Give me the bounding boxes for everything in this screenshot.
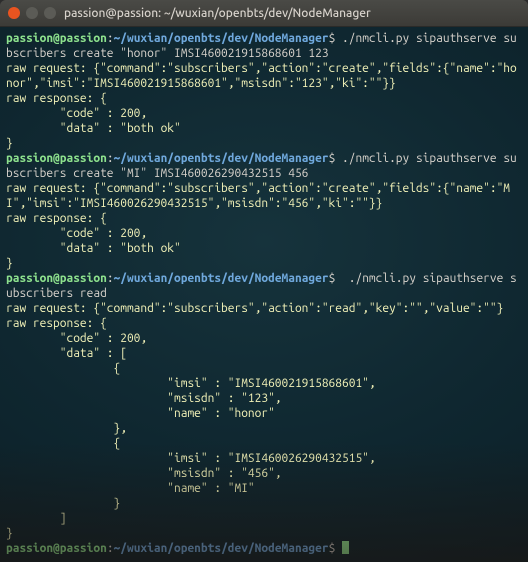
- window-title: passion@passion: ~/wuxian/openbts/dev/No…: [64, 7, 371, 20]
- obj2-msisdn: "msisdn" : "456",: [6, 467, 282, 480]
- resp3-data-open: "data" : [: [6, 347, 127, 360]
- raw-response-open-3: raw response: {: [6, 317, 107, 330]
- prompt-user: passion@passion: [6, 542, 107, 555]
- resp1-code: "code" : 200,: [6, 107, 147, 120]
- maximize-icon[interactable]: [44, 7, 56, 19]
- resp2-close: }: [6, 257, 13, 270]
- obj1-msisdn: "msisdn" : "123",: [6, 392, 282, 405]
- prompt-user: passion@passion: [6, 32, 107, 45]
- resp2-code: "code" : 200,: [6, 227, 147, 240]
- close-icon[interactable]: [8, 7, 20, 19]
- resp3-close: }: [6, 527, 13, 540]
- raw-request-2: raw request: {"command":"subscribers","a…: [6, 182, 510, 210]
- titlebar[interactable]: passion@passion: ~/wuxian/openbts/dev/No…: [0, 0, 528, 27]
- prompt-path: ~/wuxian/openbts/dev/NodeManager: [114, 272, 329, 285]
- prompt-user: passion@passion: [6, 152, 107, 165]
- raw-request-3: raw request: {"command":"subscribers","a…: [6, 302, 503, 315]
- obj1-open: {: [6, 362, 120, 375]
- obj1-close: },: [6, 422, 127, 435]
- resp3-code: "code" : 200,: [6, 332, 147, 345]
- prompt-path: ~/wuxian/openbts/dev/NodeManager: [114, 542, 329, 555]
- minimize-icon[interactable]: [26, 7, 38, 19]
- raw-request-1: raw request: {"command":"subscribers","a…: [6, 62, 517, 90]
- terminal-window: passion@passion: ~/wuxian/openbts/dev/No…: [0, 0, 528, 562]
- arr-close: ]: [6, 512, 67, 525]
- obj2-close: }: [6, 497, 120, 510]
- raw-response-open-2: raw response: {: [6, 212, 107, 225]
- raw-response-open-1: raw response: {: [6, 92, 107, 105]
- obj1-imsi: "imsi" : "IMSI460021915868601",: [6, 377, 376, 390]
- obj2-open: {: [6, 437, 120, 450]
- cursor-icon: [342, 541, 349, 554]
- resp2-data: "data" : "both ok": [6, 242, 181, 255]
- prompt-user: passion@passion: [6, 272, 107, 285]
- obj2-name: "name" : "MI": [6, 482, 255, 495]
- prompt-sep: :: [107, 32, 114, 45]
- resp1-data: "data" : "both ok": [6, 122, 181, 135]
- prompt-path: ~/wuxian/openbts/dev/NodeManager: [114, 152, 329, 165]
- terminal-output[interactable]: passion@passion:~/wuxian/openbts/dev/Nod…: [0, 27, 528, 562]
- resp1-close: }: [6, 137, 13, 150]
- obj2-imsi: "imsi" : "IMSI460026290432515",: [6, 452, 376, 465]
- prompt-path: ~/wuxian/openbts/dev/NodeManager: [114, 32, 329, 45]
- obj1-name: "name" : "honor": [6, 407, 275, 420]
- window-buttons: [8, 7, 56, 19]
